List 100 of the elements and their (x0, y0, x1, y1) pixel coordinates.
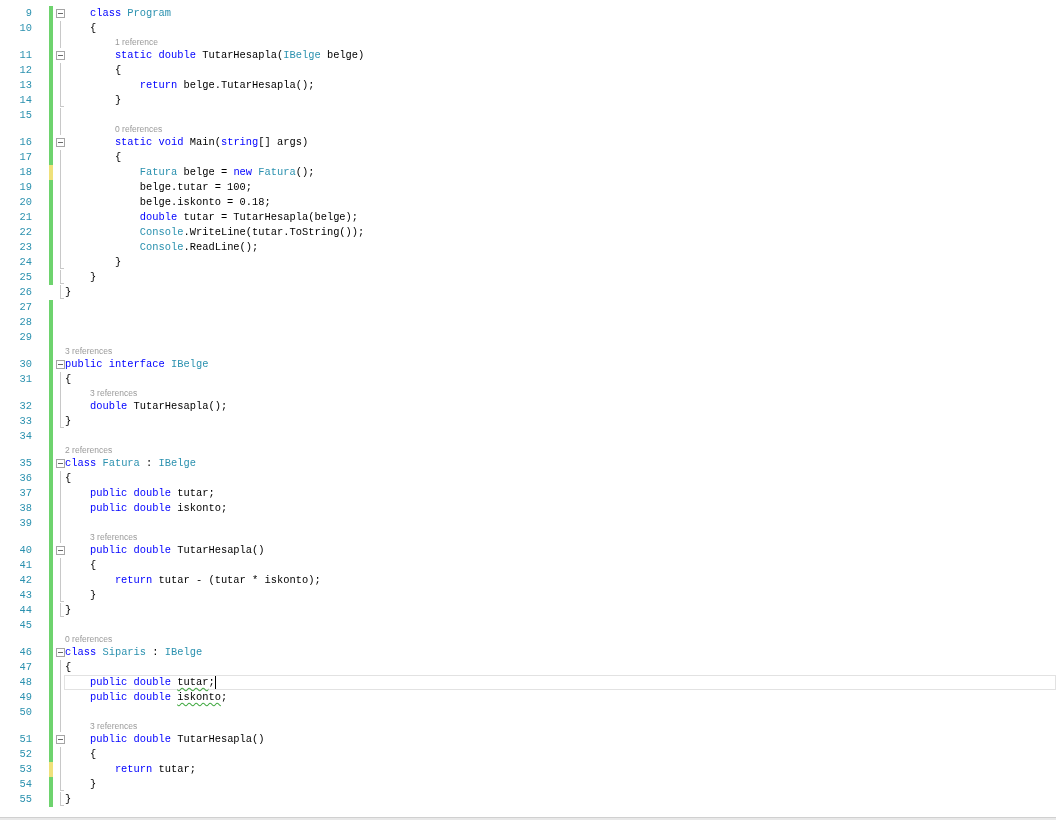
reference-count[interactable]: 3 references (90, 387, 138, 399)
code-line: public double TutarHesapla() (88, 543, 265, 558)
line-number: 26 (19, 286, 32, 298)
line-number: 23 (19, 241, 32, 253)
code-line: double tutar = TutarHesapla(belge); (138, 210, 359, 225)
line-number: 19 (19, 181, 32, 193)
line-number: 27 (19, 301, 32, 313)
line-number: 49 (19, 691, 32, 703)
code-line: Console.WriteLine(tutar.ToString()); (138, 225, 365, 240)
line-number: 37 (19, 487, 32, 499)
line-number: 13 (19, 79, 32, 91)
line-number: 53 (19, 763, 32, 775)
code-line: { (88, 747, 97, 762)
line-number: 46 (19, 646, 32, 658)
line-number: 47 (19, 661, 32, 673)
line-number: 52 (19, 748, 32, 760)
code-line: Fatura belge = new Fatura(); (138, 165, 315, 180)
code-line: } (88, 588, 97, 603)
line-number: 22 (19, 226, 32, 238)
code-line: { (113, 150, 122, 165)
line-number: 28 (19, 316, 32, 328)
line-number: 48 (19, 676, 32, 688)
line-number: 30 (19, 358, 32, 370)
line-number: 55 (19, 793, 32, 805)
code-line: } (65, 603, 72, 618)
code-line: { (65, 372, 72, 387)
collapse-icon[interactable] (56, 360, 65, 369)
line-number: 14 (19, 94, 32, 106)
code-line: static void Main(string[] args) (113, 135, 309, 150)
line-number: 20 (19, 196, 32, 208)
collapse-icon[interactable] (56, 648, 65, 657)
code-line: double TutarHesapla(); (88, 399, 228, 414)
line-number: 25 (19, 271, 32, 283)
line-number: 17 (19, 151, 32, 163)
reference-count[interactable]: 3 references (90, 720, 138, 732)
code-line: { (88, 21, 97, 36)
line-number: 44 (19, 604, 32, 616)
code-line: belge.iskonto = 0.18; (138, 195, 271, 210)
reference-count[interactable]: 0 references (65, 633, 113, 645)
reference-count[interactable]: 1 reference (115, 36, 158, 48)
line-number: 51 (19, 733, 32, 745)
code-line: { (113, 63, 122, 78)
code-line: } (113, 93, 122, 108)
line-number: 9 (25, 7, 32, 19)
line-number: 33 (19, 415, 32, 427)
line-number: 21 (19, 211, 32, 223)
code-line: } (113, 255, 122, 270)
collapse-icon[interactable] (56, 9, 65, 18)
code-line: } (88, 777, 97, 792)
code-line: public interface IBelge (65, 357, 209, 372)
line-number: 31 (19, 373, 32, 385)
line-number: 18 (19, 166, 32, 178)
line-number: 16 (19, 136, 32, 148)
code-line: { (65, 660, 72, 675)
code-line: } (65, 285, 72, 300)
code-line: public double tutar; (88, 486, 215, 501)
code-line: class Program (88, 6, 171, 21)
line-number: 12 (19, 64, 32, 76)
code-line: { (88, 558, 97, 573)
code-line: public double TutarHesapla() (88, 732, 265, 747)
line-number: 35 (19, 457, 32, 469)
collapse-icon[interactable] (56, 459, 65, 468)
code-line: static double TutarHesapla(IBelge belge) (113, 48, 365, 63)
collapse-icon[interactable] (56, 546, 65, 555)
code-line: return tutar - (tutar * iskonto); (113, 573, 321, 588)
reference-count[interactable]: 3 references (65, 345, 113, 357)
code-line: } (88, 270, 97, 285)
collapse-icon[interactable] (56, 138, 65, 147)
line-number: 29 (19, 331, 32, 343)
code-line: class Siparis : IBelge (65, 645, 203, 660)
collapse-icon[interactable] (56, 735, 65, 744)
line-number: 50 (19, 706, 32, 718)
code-line: public double tutar; (88, 675, 215, 690)
line-number: 10 (19, 22, 32, 34)
line-number: 45 (19, 619, 32, 631)
code-line: Console.ReadLine(); (138, 240, 259, 255)
reference-count[interactable]: 3 references (90, 531, 138, 543)
line-number: 39 (19, 517, 32, 529)
code-line: return tutar; (113, 762, 196, 777)
line-number: 11 (19, 49, 32, 61)
reference-count[interactable]: 2 references (65, 444, 113, 456)
code-line: class Fatura : IBelge (65, 456, 196, 471)
line-number: 43 (19, 589, 32, 601)
code-line: } (65, 792, 72, 807)
line-number: 38 (19, 502, 32, 514)
code-line: belge.tutar = 100; (138, 180, 253, 195)
collapse-icon[interactable] (56, 51, 65, 60)
reference-count[interactable]: 0 references (115, 123, 163, 135)
line-number: 34 (19, 430, 32, 442)
code-line: public double iskonto; (88, 690, 228, 705)
code-line: return belge.TutarHesapla(); (138, 78, 315, 93)
line-number: 54 (19, 778, 32, 790)
line-number: 24 (19, 256, 32, 268)
code-line: { (65, 471, 72, 486)
line-number: 41 (19, 559, 32, 571)
text-cursor (214, 676, 216, 689)
line-number: 40 (19, 544, 32, 556)
line-number: 42 (19, 574, 32, 586)
line-number: 15 (19, 109, 32, 121)
line-number: 32 (19, 400, 32, 412)
